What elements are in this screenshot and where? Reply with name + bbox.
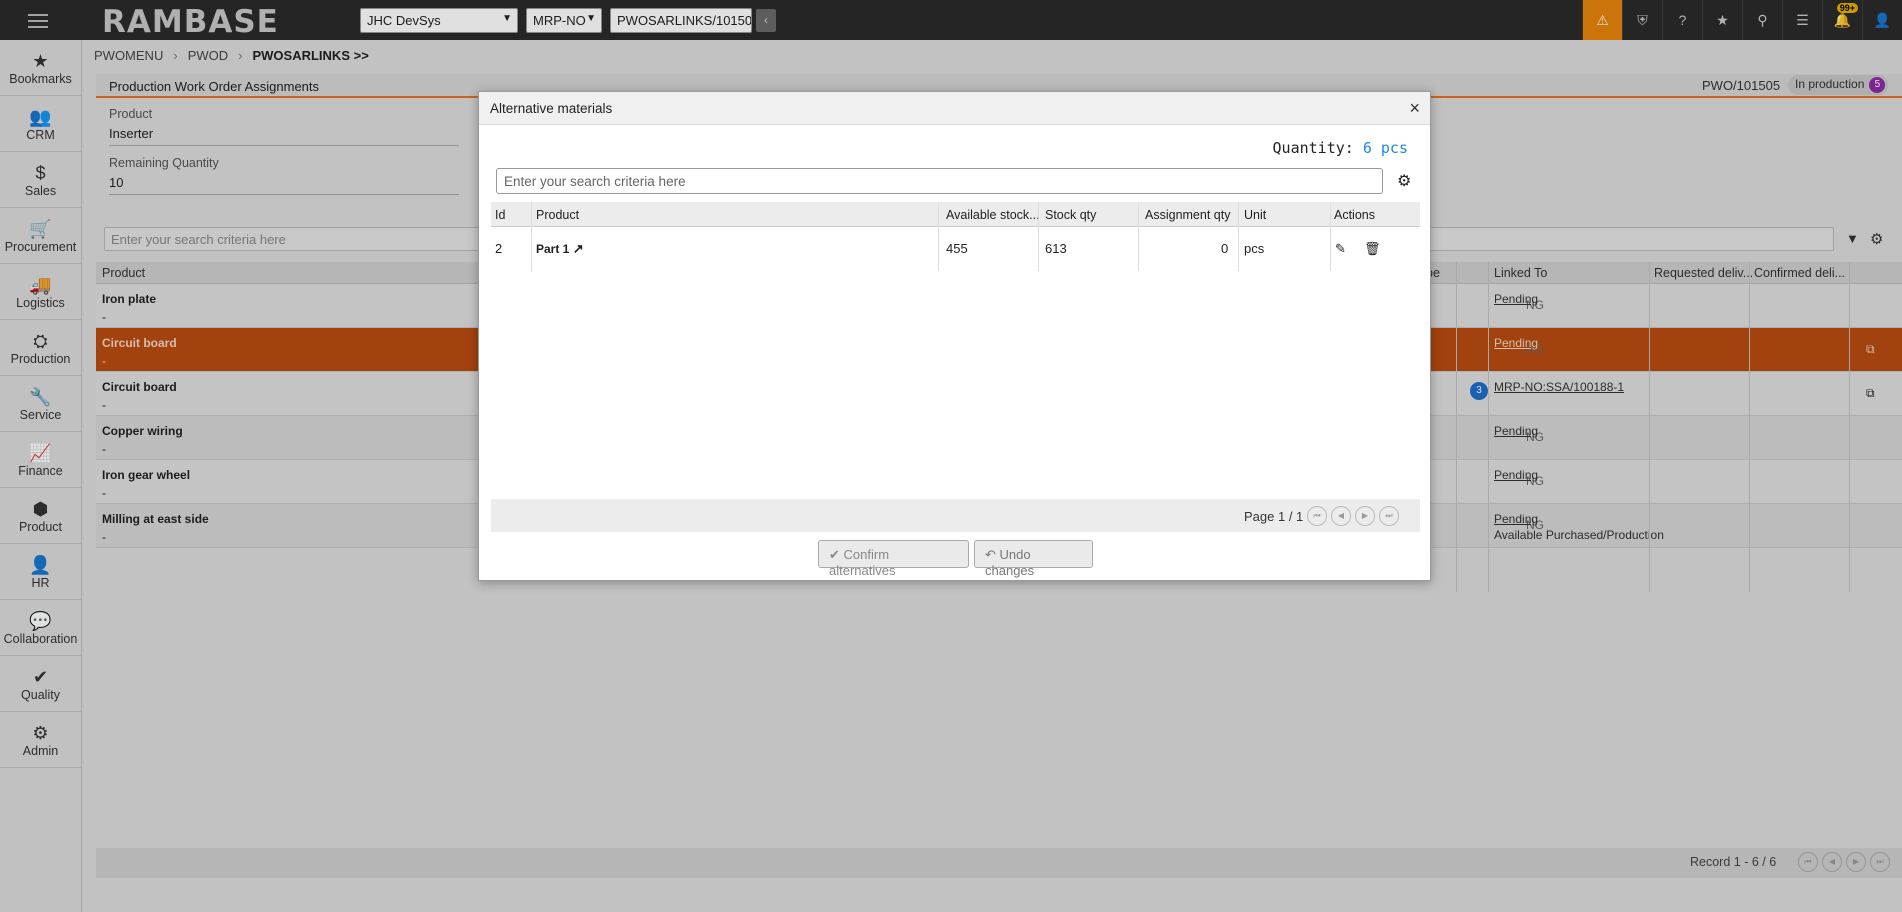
- delete-icon[interactable]: 🗑: [1364, 241, 1381, 257]
- undo-icon: ↶: [985, 547, 996, 562]
- row-product-name: Part 1: [536, 242, 570, 256]
- column-divider: [1138, 202, 1139, 271]
- column-divider: [1038, 202, 1039, 271]
- column-divider: [1238, 202, 1239, 271]
- table-header: Id Product Available stock... Stock qty …: [491, 202, 1420, 227]
- close-icon[interactable]: ×: [1409, 98, 1420, 119]
- row-available-stock: 455: [946, 241, 968, 256]
- alternatives-table: Id Product Available stock... Stock qty …: [491, 202, 1420, 271]
- row-stock-qty: 613: [1045, 241, 1067, 256]
- column-actions: Actions: [1334, 208, 1375, 222]
- next-page-icon[interactable]: ▶: [1355, 506, 1375, 526]
- last-page-icon[interactable]: ⏭: [1379, 506, 1399, 526]
- first-page-icon[interactable]: ⏮: [1307, 506, 1327, 526]
- undo-changes-button[interactable]: ↶ Undo changes: [974, 540, 1093, 578]
- check-icon: ✔: [829, 547, 840, 562]
- prev-page-icon[interactable]: ◀: [1331, 506, 1351, 526]
- dialog-pager: ⏮ ◀ ▶ ⏭: [1307, 506, 1399, 526]
- column-assignment-qty[interactable]: Assignment qty: [1145, 208, 1230, 222]
- row-unit: pcs: [1244, 241, 1265, 256]
- external-link-icon[interactable]: ↗: [573, 241, 584, 256]
- gear-icon[interactable]: ⚙: [1397, 171, 1411, 191]
- dialog-header: Alternative materials ×: [479, 92, 1430, 125]
- alternative-materials-dialog: Alternative materials × Quantity: 6 pcs …: [478, 91, 1431, 581]
- column-divider: [531, 202, 532, 271]
- row-product: Part 1 ↗: [536, 241, 584, 257]
- column-divider: [938, 202, 939, 271]
- row-id: 2: [495, 241, 503, 256]
- column-unit[interactable]: Unit: [1244, 208, 1266, 222]
- dialog-title: Alternative materials: [490, 101, 613, 116]
- edit-icon[interactable]: ✎: [1335, 241, 1346, 257]
- confirm-alternatives-button[interactable]: ✔ Confirm alternatives: [818, 540, 969, 578]
- dialog-search-input[interactable]: Enter your search criteria here: [496, 168, 1383, 194]
- column-available-stock[interactable]: Available stock...: [946, 208, 1040, 222]
- column-divider: [1330, 202, 1331, 271]
- quantity-label: Quantity:: [1272, 139, 1354, 157]
- quantity-value: 6 pcs: [1362, 139, 1408, 157]
- column-stock-qty[interactable]: Stock qty: [1045, 208, 1096, 222]
- column-id[interactable]: Id: [495, 208, 505, 222]
- row-assignment-qty[interactable]: 0: [1221, 241, 1228, 256]
- page-indicator: Page 1 / 1: [1244, 509, 1304, 524]
- column-product[interactable]: Product: [536, 208, 579, 222]
- table-row[interactable]: 2 Part 1 ↗ 455 613 0 pcs ✎ 🗑: [491, 227, 1420, 271]
- quantity-display: Quantity: 6 pcs: [1273, 139, 1408, 157]
